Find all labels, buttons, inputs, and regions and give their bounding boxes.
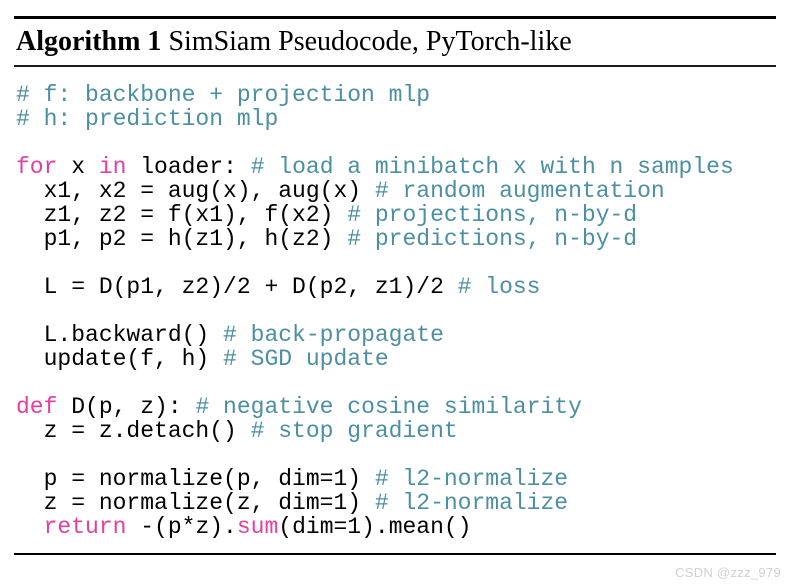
csdn-watermark: CSDN @zzz_979 bbox=[675, 565, 781, 580]
code-comment: # back-propagate bbox=[223, 322, 444, 348]
code-line: L.backward() # back-propagate bbox=[16, 323, 776, 347]
code-text: -(p*z). bbox=[126, 514, 237, 540]
code-line: update(f, h) # SGD update bbox=[16, 347, 776, 371]
algorithm-bottom-rule bbox=[14, 553, 776, 555]
code-text: L = D(p1, z2)/2 + D(p2, z1)/2 bbox=[16, 274, 458, 300]
code-line: # f: backbone + projection mlp bbox=[16, 83, 776, 107]
code-line: L = D(p1, z2)/2 + D(p2, z1)/2 # loss bbox=[16, 275, 776, 299]
code-text: p = normalize(p, dim=1) bbox=[16, 466, 375, 492]
algorithm-name-label: SimSiam Pseudocode, PyTorch-like bbox=[168, 26, 572, 57]
code-text: x1, x2 = aug(x), aug(x) bbox=[16, 178, 375, 204]
code-text: p1, p2 = h(z1), h(z2) bbox=[16, 226, 348, 252]
code-comment: # stop gradient bbox=[250, 418, 458, 444]
algorithm-number-label: Algorithm 1 bbox=[16, 26, 162, 57]
code-line: return -(p*z).sum(dim=1).mean() bbox=[16, 515, 776, 539]
code-text: z = normalize(z, dim=1) bbox=[16, 490, 375, 516]
code-comment: # SGD update bbox=[223, 346, 389, 372]
code-comment: # f: backbone + projection mlp bbox=[16, 82, 431, 108]
code-line: x1, x2 = aug(x), aug(x) # random augment… bbox=[16, 179, 776, 203]
code-line: # h: prediction mlp bbox=[16, 107, 776, 131]
code-text: D(p, z): bbox=[57, 394, 196, 420]
code-keyword: return bbox=[43, 514, 127, 540]
code-text: L.backward() bbox=[16, 322, 224, 348]
code-text: update(f, h) bbox=[16, 346, 224, 372]
code-comment: # l2-normalize bbox=[374, 490, 569, 516]
code-comment: # random augmentation bbox=[374, 178, 665, 204]
code-line: z1, z2 = f(x1), f(x2) # projections, n-b… bbox=[16, 203, 776, 227]
code-line: for x in loader: # load a minibatch x wi… bbox=[16, 155, 776, 179]
code-line: p1, p2 = h(z1), h(z2) # predictions, n-b… bbox=[16, 227, 776, 251]
code-comment: # projections, n-by-d bbox=[347, 202, 638, 228]
code-comment: # loss bbox=[457, 274, 541, 300]
code-keyword: sum bbox=[236, 514, 279, 540]
code-line: def D(p, z): # negative cosine similarit… bbox=[16, 395, 776, 419]
code-line: z = z.detach() # stop gradient bbox=[16, 419, 776, 443]
pseudocode-body: # f: backbone + projection mlp # h: predi… bbox=[14, 67, 776, 553]
code-keyword: in bbox=[98, 154, 127, 180]
code-comment: # negative cosine similarity bbox=[195, 394, 582, 420]
code-text: z = z.detach() bbox=[16, 418, 251, 444]
code-text: x bbox=[57, 154, 99, 180]
code-text: (dim=1).mean() bbox=[278, 514, 472, 540]
code-comment: # h: prediction mlp bbox=[16, 106, 279, 132]
algorithm-block: Algorithm 1 SimSiam Pseudocode, PyTorch-… bbox=[14, 16, 776, 555]
code-keyword: for bbox=[16, 154, 58, 180]
code-comment: # load a minibatch x with n samples bbox=[250, 154, 734, 180]
code-text: loader: bbox=[126, 154, 251, 180]
algorithm-title: Algorithm 1 SimSiam Pseudocode, PyTorch-… bbox=[14, 19, 776, 65]
code-line: p = normalize(p, dim=1) # l2-normalize bbox=[16, 467, 776, 491]
code-comment: # l2-normalize bbox=[374, 466, 569, 492]
code-keyword: def bbox=[16, 394, 58, 420]
code-comment: # predictions, n-by-d bbox=[347, 226, 638, 252]
code-text: z1, z2 = f(x1), f(x2) bbox=[16, 202, 348, 228]
code-line: z = normalize(z, dim=1) # l2-normalize bbox=[16, 491, 776, 515]
